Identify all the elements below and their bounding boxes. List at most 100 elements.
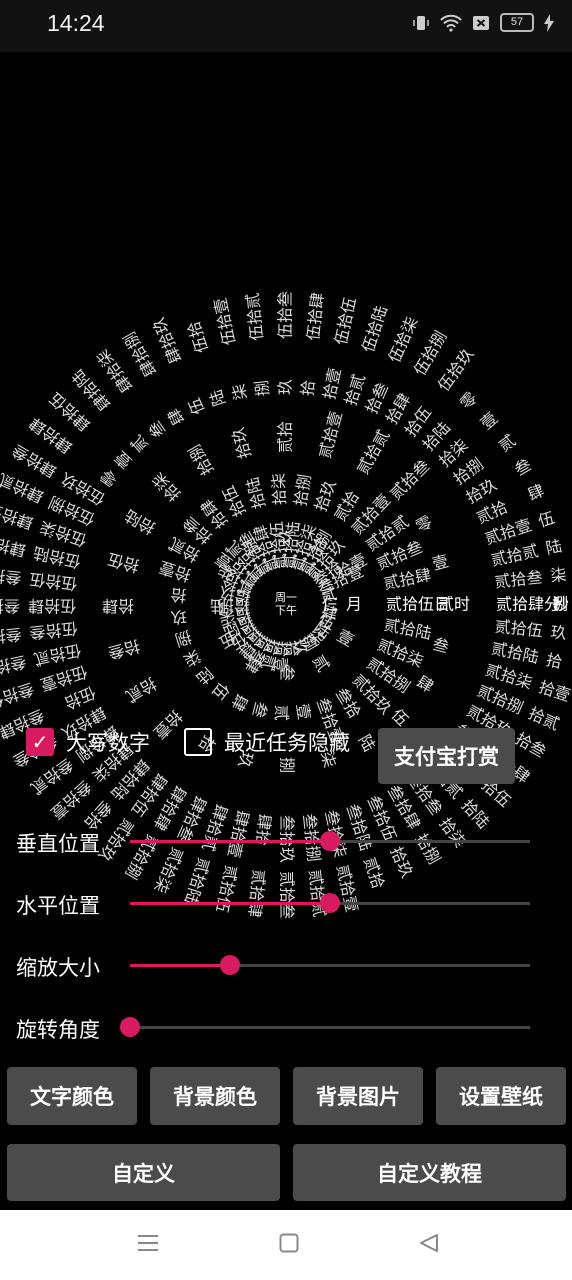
clock-ring-label: 拾壹 xyxy=(319,366,344,401)
clock-ring-label: 贰拾叁 xyxy=(494,568,544,592)
clock-ring-label: 伍拾伍 xyxy=(331,296,360,347)
clock-ring-label: 伍拾壹 xyxy=(210,296,239,347)
clock-ring-label: 贰拾陆 xyxy=(181,855,214,907)
clock-ring-label: 叁拾柒 xyxy=(0,624,23,648)
scale-size-slider[interactable] xyxy=(130,955,530,975)
customize-button[interactable]: 自定义 xyxy=(7,1144,280,1201)
clock-ring-label: 伍拾叁 xyxy=(29,619,79,643)
horizontal-position-label: 水平位置 xyxy=(16,894,100,918)
hide-recent-option[interactable]: 最近任务隐藏 xyxy=(184,727,350,757)
clock-ring-label: 伍拾贰 xyxy=(243,292,267,342)
clock-ring-label: 拾伍 xyxy=(106,549,142,576)
clock-ring-label: 拾 xyxy=(170,585,188,606)
clock-ring-label: 叁 xyxy=(278,665,297,681)
clock-ring-label: 零 xyxy=(412,512,435,536)
hide-recent-label: 最近任务隐藏 xyxy=(224,731,350,755)
clock-ring-label: 柒 xyxy=(229,382,251,402)
clock-ring-label: 陆 xyxy=(210,597,226,616)
clock-ring-label: 贰拾伍 xyxy=(494,617,544,641)
clock-ring-label: 拾柒 xyxy=(148,469,184,505)
customize-tutorial-button[interactable]: 自定义教程 xyxy=(293,1144,566,1201)
system-nav-bar xyxy=(0,1210,572,1280)
clock-ring-label: 贰拾壹 xyxy=(315,409,346,460)
clock-ring-label: 肆 xyxy=(525,481,547,505)
clock-ring-label: 拾柒 xyxy=(436,814,470,851)
status-bar: 14:24 57 xyxy=(0,0,572,52)
clock-ring-label: 贰拾伍 xyxy=(212,863,241,914)
clock-ring-label: 壹 xyxy=(334,626,357,650)
clock-ring-label: 伍拾叁 xyxy=(276,291,295,339)
text-color-button[interactable]: 文字颜色 xyxy=(7,1067,137,1125)
status-time: 14:24 xyxy=(47,10,105,36)
clock-ring-label: 玖 xyxy=(276,379,295,395)
clock-ring-label: 拾壹 xyxy=(536,677,572,705)
clock-ring-label: 捌 xyxy=(278,757,297,773)
clock-ring-label: 贰拾 xyxy=(360,855,388,891)
slider-thumb[interactable] xyxy=(120,1017,140,1037)
background-color-button[interactable]: 背景颜色 xyxy=(150,1067,280,1125)
rotation-angle-label: 旋转角度 xyxy=(16,1018,100,1042)
clock-ring-label: 拾陆 xyxy=(458,796,494,833)
hide-recent-checkbox[interactable] xyxy=(184,728,212,756)
clock-ring-label: 柒 xyxy=(180,646,203,670)
slider-thumb[interactable] xyxy=(220,955,240,975)
uppercase-option[interactable]: ✓ 大写数字 xyxy=(26,727,150,757)
uppercase-checkbox[interactable]: ✓ xyxy=(26,728,54,756)
clock-ring-label: 拾陆 xyxy=(121,506,158,538)
clock-ring-label: 拾柒 xyxy=(269,473,290,506)
clock-ring-label: 叁 xyxy=(431,634,451,656)
clock-ring-label: 月 xyxy=(346,595,362,614)
clock-ring-label: 贰时 xyxy=(438,595,470,614)
clock-ring-label: 伍拾 xyxy=(184,319,212,355)
clock-ring-label: 壹 xyxy=(477,408,502,433)
clock-ring-label: 叁拾伍 xyxy=(0,679,36,712)
clock-ring-label: 贰拾叁 xyxy=(386,456,433,503)
clock-ring-label: 拾玖 xyxy=(386,844,416,881)
clock-ring-label: 拾捌 xyxy=(412,830,444,867)
scale-size-label: 缩放大小 xyxy=(16,956,100,980)
clock-ring-label: 叁拾陆 xyxy=(0,652,28,681)
clock-ring-label: 叁 xyxy=(511,455,534,479)
set-wallpaper-button[interactable]: 设置壁纸 xyxy=(436,1067,566,1125)
clock-ring-label: 贰拾叁 xyxy=(278,871,297,919)
clock-ring-label: 叁拾捌 xyxy=(0,597,20,616)
clock-ring-label: 贰 xyxy=(272,704,292,721)
clock-ring-label: 拾 xyxy=(544,650,564,672)
clock-ring-label: 拾贰 xyxy=(122,674,159,706)
clock-ring-label: 伍拾伍 xyxy=(28,570,78,594)
clock-ring-label: 肆拾玖 xyxy=(149,315,186,367)
clock-ring-label: 玖 xyxy=(550,622,568,643)
clock-ring-label: 玖 xyxy=(170,607,188,628)
home-icon[interactable] xyxy=(279,1232,299,1254)
horizontal-position-slider[interactable] xyxy=(130,893,530,913)
clock-ring-label: 陆 xyxy=(206,387,229,408)
clock-ring-label: 拾捌 xyxy=(291,473,315,508)
vibrate-icon xyxy=(413,15,429,30)
wifi-icon xyxy=(440,14,462,32)
clock-ring-label: 伍拾肆 xyxy=(28,597,76,616)
clock-ring-label: 肆 xyxy=(413,672,436,696)
clock-ring-label: 陆 xyxy=(355,731,379,754)
slider-thumb[interactable] xyxy=(320,831,340,851)
clock-ring-label: 壹 xyxy=(111,447,136,472)
alipay-donate-button[interactable]: 支付宝打赏 xyxy=(378,728,515,784)
back-icon[interactable] xyxy=(418,1232,440,1254)
clock-ring-label: 拾肆 xyxy=(102,597,134,616)
clock-ring-label: 玖 xyxy=(276,529,295,545)
clock-ring-label: 叁 xyxy=(145,417,170,441)
clock-ring-label: 伍 xyxy=(536,508,557,531)
background-image-button[interactable]: 背景图片 xyxy=(293,1067,423,1125)
clock-ring-label: 柒 xyxy=(549,565,567,586)
clock-ring-label: 贰拾肆分 xyxy=(496,595,560,614)
uppercase-label: 大写数字 xyxy=(66,731,150,755)
clock-ring-label: 贰 xyxy=(127,431,152,456)
clock-ring-label: 拾贰 xyxy=(526,704,563,734)
vertical-position-slider[interactable] xyxy=(130,831,530,851)
clock-ring-label: 壹 xyxy=(293,702,314,721)
menu-icon[interactable] xyxy=(137,1232,159,1254)
slider-thumb[interactable] xyxy=(320,893,340,913)
clock-ring-label: 壹 xyxy=(430,551,450,573)
clock-ring-label: 叁拾玖 xyxy=(0,564,22,588)
rotation-angle-slider[interactable] xyxy=(120,1017,530,1037)
clock-ring-label: 肆拾 xyxy=(0,535,28,560)
